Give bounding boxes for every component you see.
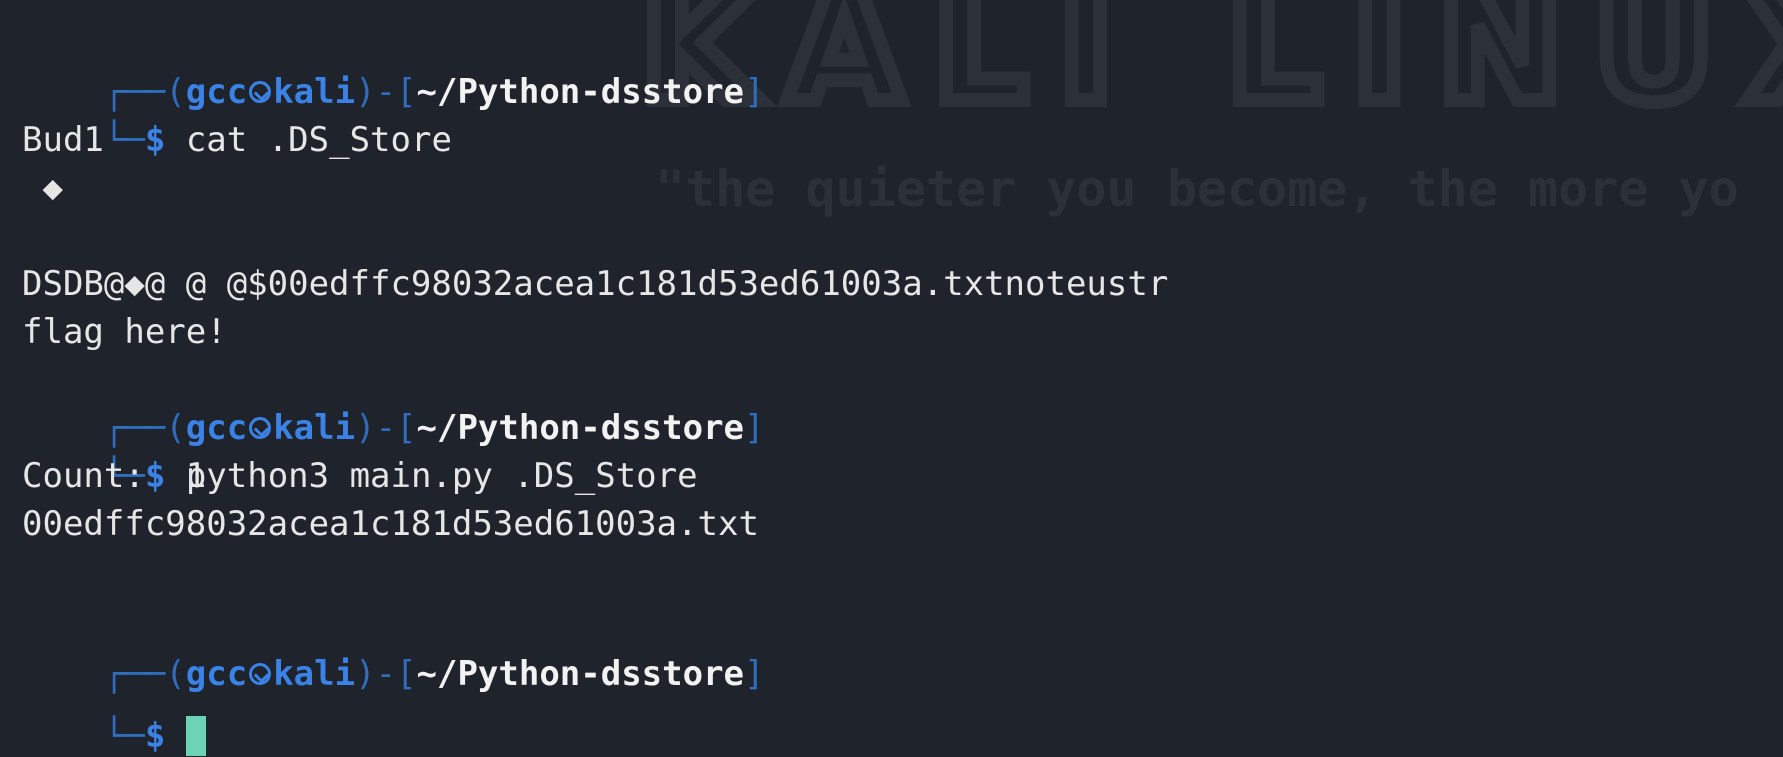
watermark-tagline: "the quieter you become, the more yo <box>655 160 1739 218</box>
terminal-window[interactable]: KALI LINUX "the quieter you become, the … <box>0 0 1783 757</box>
prompt-host: kali <box>273 654 356 694</box>
text-cursor[interactable] <box>185 715 206 756</box>
command-line-1: └─$ cat .DS_Store <box>103 120 452 160</box>
output-line: DSDB@◆@ @ @$00edffc98032acea1c181d53ed61… <box>22 264 1169 304</box>
command-text: python3 main.py .DS_Store <box>185 456 698 496</box>
output-line: Bud1 <box>22 120 104 160</box>
prompt-symbol: $ <box>144 120 166 160</box>
prompt-path: ~/Python-dsstore <box>416 72 745 112</box>
prompt-path: ~/Python-dsstore <box>416 654 745 694</box>
command-text: cat .DS_Store <box>185 120 452 160</box>
kali-icon <box>249 662 272 685</box>
command-line-3[interactable]: └─$ <box>22 664 206 756</box>
watermark-logo: KALI LINUX <box>640 0 1783 136</box>
prompt-symbol: $ <box>144 716 166 756</box>
prompt-line-2: ┌──(gcc kali)-[~/Python-dsstore] <box>103 408 765 448</box>
prompt-line-3: ┌──(gcc kali)-[~/Python-dsstore] <box>103 654 765 694</box>
output-line: ◆ <box>22 168 63 208</box>
prompt-line-1: ┌──(gcc kali)-[~/Python-dsstore] <box>103 72 765 112</box>
output-line: 00edffc98032acea1c181d53ed61003a.txt <box>22 504 759 544</box>
output-line: flag here! <box>22 312 227 352</box>
output-line: Count: 1 <box>22 456 207 496</box>
command-line-2: └─$ python3 main.py .DS_Store <box>103 456 698 496</box>
